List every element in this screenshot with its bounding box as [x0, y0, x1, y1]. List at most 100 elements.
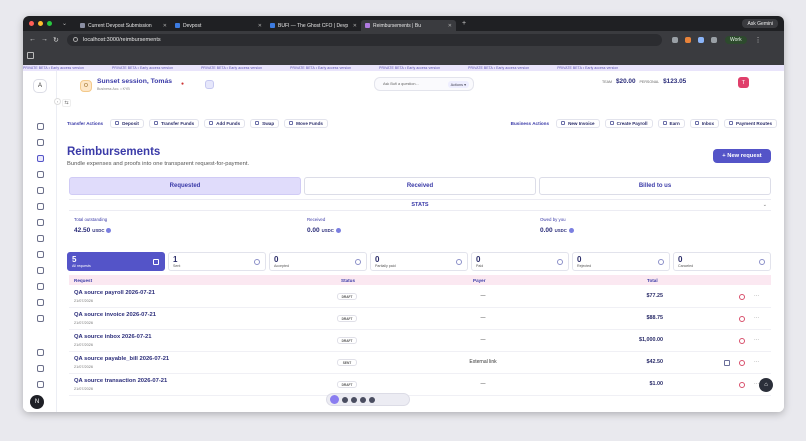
browser-tab-active[interactable]: Reimbursements | Bu ✕	[361, 20, 456, 31]
user-avatar[interactable]: N	[30, 395, 44, 409]
status-card[interactable]: 0 Paid	[471, 252, 569, 271]
browser-tab[interactable]: BUFI — The Ghost CFO | Devp ✕	[266, 20, 361, 31]
new-invoice-button[interactable]: New Invoice	[556, 118, 600, 128]
table-row[interactable]: QA source payroll 2026-07-21 21/07/2026 DR…	[69, 286, 771, 308]
minimize-window-button[interactable]	[38, 21, 43, 26]
close-tab-icon[interactable]: ✕	[258, 23, 262, 29]
swap-button[interactable]: Swap	[250, 118, 280, 128]
url-field[interactable]: localhost:3000/reimbursements	[67, 33, 662, 46]
ask-actions-button[interactable]: Actions ▾	[447, 80, 469, 88]
earn-button[interactable]: Earn	[657, 118, 685, 128]
request-name[interactable]: QA source invoice 2026-07-21	[74, 312, 156, 318]
quick-actions-icon[interactable]: ⇆	[62, 99, 71, 107]
toolbar-more-icon[interactable]	[369, 396, 375, 403]
reports-icon[interactable]	[37, 251, 44, 258]
status-card[interactable]: 0 Partially paid	[370, 252, 468, 271]
phone-icon[interactable]	[37, 283, 44, 290]
status-card[interactable]: 5 All requests	[67, 252, 165, 271]
table-row[interactable]: QA source invoice 2026-07-21 21/07/2026 DR…	[69, 308, 771, 330]
tab-search-icon[interactable]: ⌄	[62, 20, 72, 27]
assistant-fab-icon[interactable]: ⌂	[759, 378, 773, 392]
documents-icon[interactable]	[37, 139, 44, 146]
cancel-icon[interactable]	[739, 360, 745, 366]
support-icon[interactable]	[37, 349, 44, 356]
close-tab-icon[interactable]: ✕	[163, 23, 167, 29]
puzzle-icon[interactable]	[711, 36, 717, 43]
browser-tab[interactable]: Current Devpost Submission ✕	[76, 20, 171, 31]
ask-gemini-button[interactable]: Ask Gemini	[742, 19, 778, 28]
zoom-window-button[interactable]	[47, 21, 52, 26]
transfer-funds-button[interactable]: Transfer Funds	[148, 118, 200, 128]
toolbar-capture-icon[interactable]	[360, 396, 366, 403]
forward-icon[interactable]: →	[41, 36, 48, 43]
toolbar-record-icon[interactable]	[351, 396, 357, 403]
request-name[interactable]: QA source payroll 2026-07-21	[74, 290, 155, 296]
move-funds-button[interactable]: Move Funds	[284, 118, 328, 128]
close-window-button[interactable]	[29, 21, 34, 26]
deposit-button[interactable]: Deposit	[110, 118, 144, 128]
status-card[interactable]: 0 Rejected	[572, 252, 670, 271]
extension-icon[interactable]	[698, 36, 704, 43]
ask-input[interactable]: Ask Bufi a question... Actions ▾	[374, 77, 474, 91]
more-icon[interactable]: ···	[754, 337, 759, 343]
assistant-icon[interactable]	[205, 80, 214, 89]
request-name[interactable]: QA source inbox 2026-07-21	[74, 334, 151, 340]
balances[interactable]: TEAM $20.00 PERSONAL $123.05	[602, 78, 686, 85]
wallet-icon[interactable]	[37, 187, 44, 194]
notes-icon[interactable]	[37, 381, 44, 388]
apps-icon[interactable]	[27, 52, 34, 59]
close-tab-icon[interactable]: ✕	[448, 23, 452, 29]
shield-icon[interactable]	[37, 299, 44, 306]
inbox-button[interactable]: Inbox	[689, 118, 719, 128]
app-logo[interactable]: A	[33, 79, 47, 93]
extension-icon[interactable]	[672, 36, 678, 43]
request-name[interactable]: QA source transaction 2026-07-21	[74, 378, 167, 384]
add-funds-button[interactable]: Add Funds	[204, 118, 246, 128]
stats-toggle[interactable]: STATS ⌄	[69, 199, 771, 211]
settings-icon[interactable]	[37, 315, 44, 322]
transfers-icon[interactable]	[37, 267, 44, 274]
request-name[interactable]: QA source payable_bill 2026-07-21	[74, 356, 169, 362]
org-badge[interactable]: O	[80, 80, 92, 92]
back-icon[interactable]: ←	[29, 36, 36, 43]
table-row[interactable]: QA source payable_bill 2026-07-21 21/07/2…	[69, 352, 771, 374]
more-icon[interactable]: ···	[754, 359, 759, 365]
inbox-icon[interactable]	[37, 171, 44, 178]
profile-button[interactable]: Work	[725, 35, 747, 44]
status-card[interactable]: 0 Canceled	[673, 252, 771, 271]
cancel-icon[interactable]	[739, 294, 745, 300]
home-icon[interactable]	[37, 123, 44, 130]
more-icon[interactable]: ···	[754, 293, 759, 299]
cancel-icon[interactable]	[739, 316, 745, 322]
create-payroll-button[interactable]: Create Payroll	[604, 118, 653, 128]
reimbursements-icon[interactable]	[37, 155, 44, 162]
accounts-icon[interactable]	[37, 203, 44, 210]
account-avatar[interactable]: T	[738, 77, 749, 88]
new-tab-icon[interactable]: +	[462, 20, 466, 27]
new-request-button[interactable]: + New request	[713, 149, 771, 163]
language-flag-icon[interactable]: ●	[181, 81, 184, 87]
send-icon[interactable]	[37, 365, 44, 372]
cards-icon[interactable]	[37, 235, 44, 242]
site-info-icon[interactable]	[73, 37, 78, 42]
cancel-icon[interactable]	[739, 382, 745, 388]
table-row[interactable]: QA source inbox 2026-07-21 21/07/2026 DRAF…	[69, 330, 771, 352]
toolbar-logo-icon[interactable]	[330, 395, 339, 404]
cancel-icon[interactable]	[739, 338, 745, 344]
tab-billed-to-us[interactable]: Billed to us	[539, 177, 771, 195]
status-card[interactable]: 1 Sent	[168, 252, 266, 271]
menu-icon[interactable]: ⋮	[755, 36, 762, 44]
status-card[interactable]: 0 Accepted	[269, 252, 367, 271]
tab-received[interactable]: Received	[304, 177, 536, 195]
tab-requested[interactable]: Requested	[69, 177, 301, 195]
reload-icon[interactable]: ↻	[53, 36, 59, 44]
extension-icon[interactable]	[685, 36, 691, 43]
team-icon[interactable]	[37, 219, 44, 226]
close-tab-icon[interactable]: ✕	[353, 23, 357, 29]
browser-tab[interactable]: Devpost ✕	[171, 20, 266, 31]
toolbar-send-icon[interactable]	[342, 396, 348, 403]
table-row[interactable]: QA source transaction 2026-07-21 21/07/20…	[69, 374, 771, 396]
more-icon[interactable]: ···	[754, 315, 759, 321]
copy-link-icon[interactable]	[724, 360, 730, 366]
org-name[interactable]: Sunset session, Tomás	[97, 78, 172, 85]
